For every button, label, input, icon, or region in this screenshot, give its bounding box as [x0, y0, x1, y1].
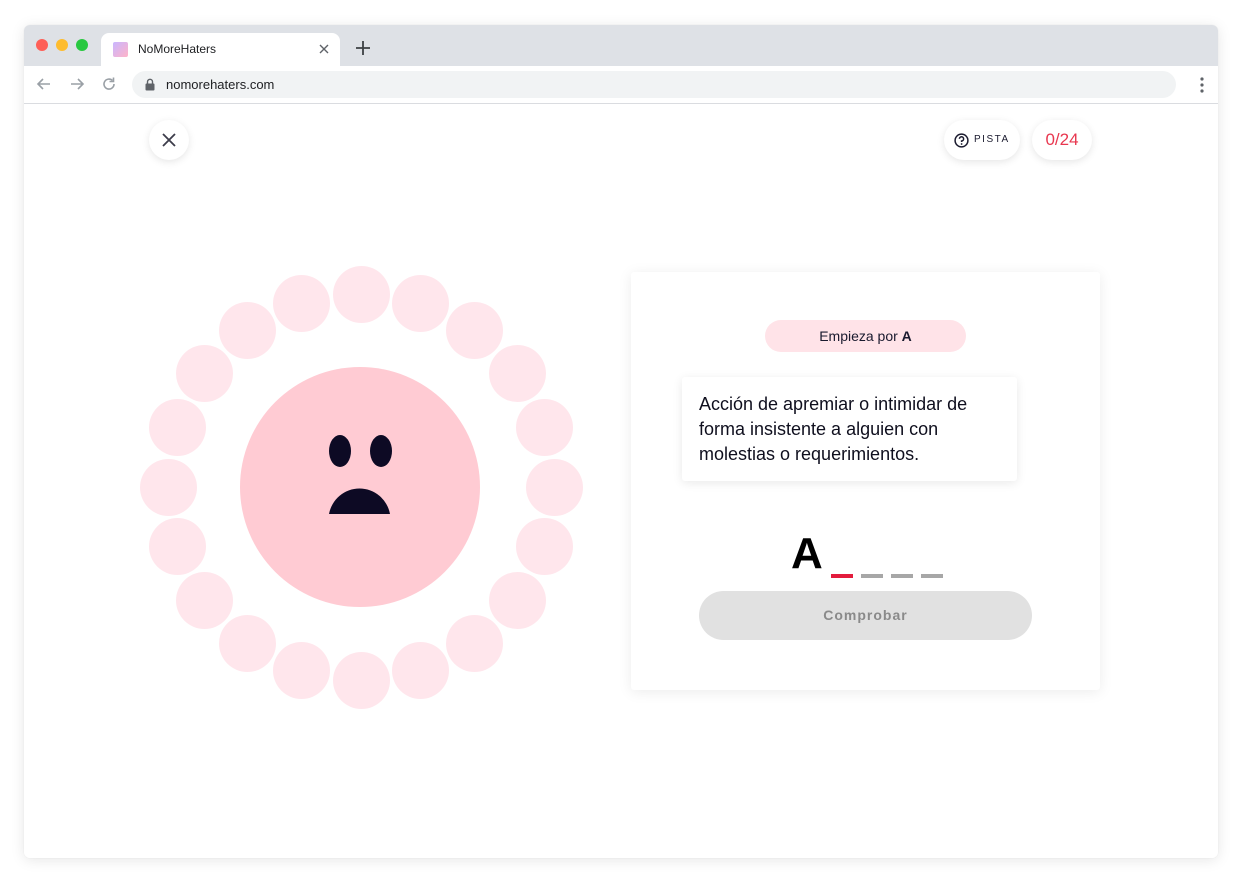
tab-close-icon[interactable]: [318, 43, 330, 55]
letter-bubble: [516, 518, 574, 576]
letter-bubble: [445, 302, 503, 360]
hint-button[interactable]: PISTA: [944, 120, 1020, 160]
game-page: PISTA 0/24 Empieza por A Acción de aprem…: [24, 104, 1218, 858]
letter-bubble: [139, 458, 197, 516]
sad-face-icon: [329, 435, 392, 514]
definition-text: Acción de apremiar o intimidar de forma …: [682, 377, 1017, 481]
starts-with-label: Empieza por: [819, 328, 898, 344]
maximize-window-button[interactable]: [76, 39, 88, 51]
letter-bubble: [219, 302, 277, 360]
minimize-window-button[interactable]: [56, 39, 68, 51]
letter-bubble: [148, 398, 206, 456]
reload-icon[interactable]: [100, 75, 118, 93]
check-button[interactable]: Comprobar: [699, 591, 1032, 640]
sad-face: [240, 367, 480, 607]
letter-bubble: [392, 642, 450, 700]
close-icon: [162, 133, 176, 147]
letter-bubble: [219, 614, 277, 672]
address-bar[interactable]: nomorehaters.com: [132, 71, 1176, 98]
letter-bubble: [488, 345, 546, 403]
letter-bubble: [272, 642, 330, 700]
back-icon[interactable]: [35, 75, 53, 93]
browser-menu-icon[interactable]: [1200, 76, 1204, 94]
letter-bubble: [516, 398, 574, 456]
answer-slot-3[interactable]: [891, 574, 913, 578]
favicon-icon: [113, 42, 128, 57]
question-card: Empieza por A Acción de apremiar o intim…: [631, 272, 1100, 690]
browser-window: NoMoreHaters nomorehaters.com PISTA 0/24…: [24, 25, 1218, 858]
letter-bubble: [332, 651, 390, 709]
tab-strip: NoMoreHaters: [24, 25, 1218, 66]
hint-label: PISTA: [974, 134, 1010, 145]
letter-bubble: [445, 614, 503, 672]
browser-tab[interactable]: NoMoreHaters: [101, 33, 340, 66]
answer-slot-2[interactable]: [861, 574, 883, 578]
letter-bubble: [332, 265, 390, 323]
letter-bubble: [176, 345, 234, 403]
answer-slot-4[interactable]: [921, 574, 943, 578]
forward-icon[interactable]: [68, 75, 86, 93]
close-game-button[interactable]: [149, 120, 189, 160]
close-window-button[interactable]: [36, 39, 48, 51]
question-circle-icon: [954, 133, 969, 148]
letter-bubble: [488, 571, 546, 629]
url-text: nomorehaters.com: [166, 77, 275, 92]
answer-slot-1[interactable]: [831, 574, 853, 578]
answer-first-letter: A: [791, 529, 823, 578]
letter-bubble: [148, 518, 206, 576]
tab-title: NoMoreHaters: [138, 42, 217, 56]
browser-toolbar: nomorehaters.com: [24, 66, 1218, 104]
letter-bubble: [176, 571, 234, 629]
new-tab-icon[interactable]: [355, 40, 371, 56]
letter-bubble: [392, 274, 450, 332]
lock-icon: [145, 78, 155, 91]
starts-with-letter: A: [901, 328, 912, 344]
starts-with-badge: Empieza por A: [765, 320, 966, 352]
letter-bubble: [272, 274, 330, 332]
letter-bubble: [525, 458, 583, 516]
score-counter: 0/24: [1032, 120, 1092, 160]
